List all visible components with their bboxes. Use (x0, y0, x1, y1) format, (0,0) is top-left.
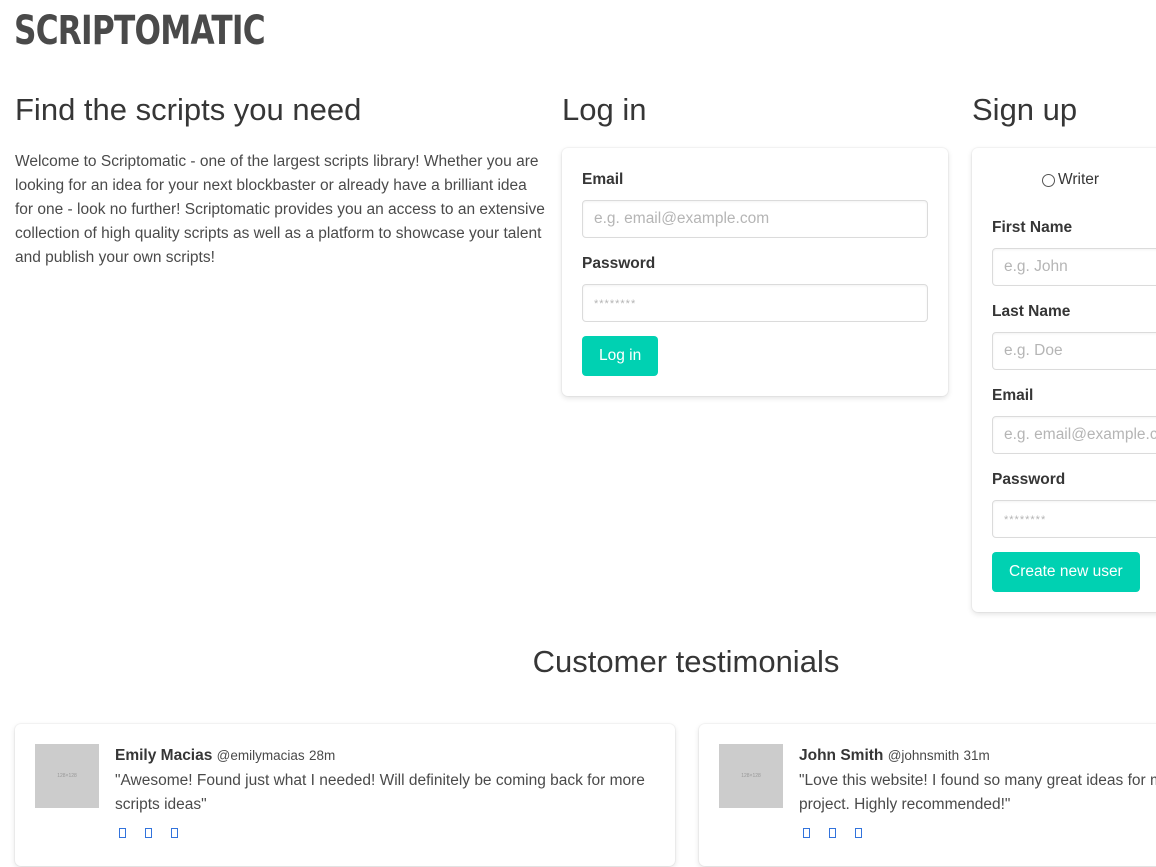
testimonial-actions (119, 828, 178, 838)
testimonial-handle: @emilymacias (216, 748, 305, 763)
login-card: Email Password Log in (562, 148, 948, 396)
signup-title: Sign up (972, 92, 1078, 127)
testimonial-card: 128×128 John Smith @johnsmith 31m "Love … (699, 724, 1156, 866)
testimonial-time: 31m (963, 748, 990, 763)
intro-title: Find the scripts you need (15, 92, 362, 127)
login-password-input[interactable] (582, 284, 928, 322)
login-email-label: Email (582, 171, 624, 188)
testimonial-time: 28m (308, 748, 336, 763)
intro-text: Welcome to Scriptomatic - one of the lar… (15, 153, 545, 266)
login-title: Log in (562, 92, 647, 127)
testimonial-name: Emily Macias (115, 747, 213, 764)
reply-icon[interactable] (803, 828, 810, 838)
signup-email-label: Email (992, 387, 1034, 404)
testimonial-name: John Smith (799, 747, 884, 764)
signup-email-input[interactable] (992, 416, 1156, 454)
testimonial-handle: @johnsmith (887, 748, 960, 763)
login-password-label: Password (582, 255, 656, 272)
reply-icon[interactable] (119, 828, 126, 838)
writer-radio-option[interactable]: Writer (1042, 171, 1099, 189)
signup-card: Writer First Name Last Name Email Passwo… (972, 148, 1156, 612)
testimonial-header: John Smith @johnsmith 31m (799, 747, 990, 765)
testimonial-text: "Awesome! Found just what I needed! Will… (115, 772, 645, 813)
avatar: 128×128 (719, 744, 783, 808)
testimonials-title: Customer testimonials (532, 644, 840, 679)
heart-icon[interactable] (855, 828, 862, 838)
heart-icon[interactable] (171, 828, 178, 838)
create-user-button[interactable]: Create new user (992, 552, 1140, 592)
avatar: 128×128 (35, 744, 99, 808)
retweet-icon[interactable] (829, 828, 836, 838)
login-email-input[interactable] (582, 200, 928, 238)
last-name-label: Last Name (992, 303, 1071, 320)
testimonial-header: Emily Macias @emilymacias 28m (115, 747, 335, 765)
writer-radio-label: Writer (1058, 171, 1100, 188)
first-name-label: First Name (992, 219, 1073, 236)
signup-password-label: Password (992, 471, 1066, 488)
testimonial-text: "Love this website! I found so many grea… (799, 772, 1156, 813)
first-name-input[interactable] (992, 248, 1156, 286)
last-name-input[interactable] (992, 332, 1156, 370)
testimonial-actions (803, 828, 862, 838)
login-button[interactable]: Log in (582, 336, 659, 376)
retweet-icon[interactable] (145, 828, 152, 838)
testimonial-card: 128×128 Emily Macias @emilymacias 28m "A… (15, 724, 675, 866)
writer-radio[interactable] (1042, 173, 1055, 187)
signup-password-input[interactable] (992, 500, 1156, 538)
site-logo: SCRIPTOMATIC (14, 8, 266, 54)
